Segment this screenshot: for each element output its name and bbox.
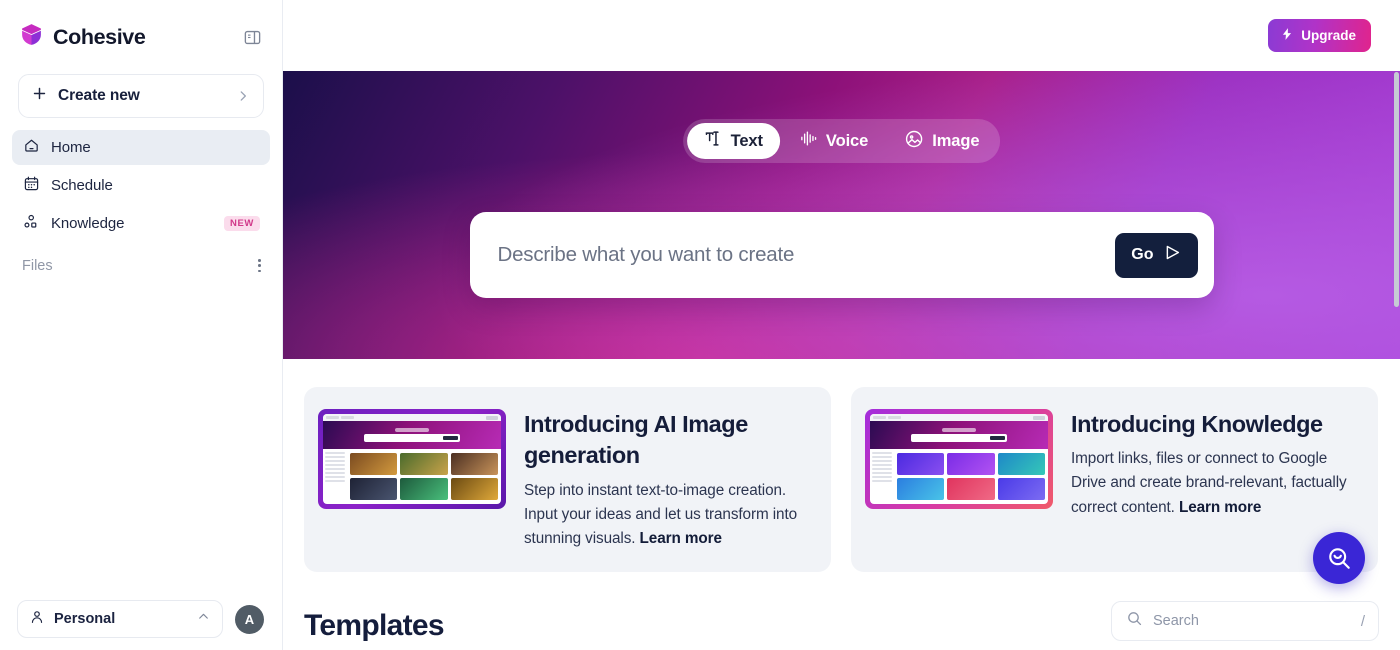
templates-section-header: Templates / xyxy=(283,572,1400,643)
main-content: Upgrade Text Voice Image Describe what y… xyxy=(283,0,1400,650)
promo-title: Introducing Knowledge xyxy=(1071,411,1323,437)
mode-tabs: Text Voice Image xyxy=(682,119,1001,163)
files-section-header[interactable]: Files xyxy=(0,244,282,276)
tab-voice[interactable]: Voice xyxy=(782,123,885,159)
app-root: Cohesive Create new Home Schedule Knowle… xyxy=(0,0,1400,650)
search-fab-button[interactable] xyxy=(1313,532,1365,584)
brand[interactable]: Cohesive xyxy=(19,22,146,52)
lightning-icon xyxy=(1280,27,1294,44)
search-input[interactable] xyxy=(1153,613,1351,629)
tab-label: Voice xyxy=(825,131,869,150)
sidebar-item-knowledge[interactable]: Knowledge NEW xyxy=(12,206,270,241)
sidebar-item-schedule[interactable]: Schedule xyxy=(12,168,270,203)
prompt-bar: Go xyxy=(469,212,1214,298)
sidebar-toggle-icon[interactable] xyxy=(240,26,264,48)
text-cursor-icon xyxy=(704,129,723,153)
promo-card-ai-image[interactable]: Introducing AI Image generation Step int… xyxy=(304,387,831,572)
sidebar-footer: Personal A xyxy=(0,588,282,650)
files-label: Files xyxy=(22,257,53,274)
sidebar-header: Cohesive xyxy=(0,0,282,74)
tab-label: Image xyxy=(932,131,980,150)
image-icon xyxy=(904,129,924,154)
chevron-right-icon xyxy=(236,89,250,103)
status-badge: NEW xyxy=(224,216,260,231)
upgrade-label: Upgrade xyxy=(1301,28,1356,43)
promo-text: Import links, files or connect to Google… xyxy=(1071,447,1361,519)
sidebar-nav: Home Schedule Knowledge NEW xyxy=(0,130,282,244)
cohesive-logo-icon xyxy=(19,22,44,52)
knowledge-icon xyxy=(23,213,40,235)
promo-cards: Introducing AI Image generation Step int… xyxy=(283,359,1400,572)
promo-thumbnail xyxy=(865,409,1053,509)
sidebar-item-label: Home xyxy=(51,139,91,156)
account-name: Personal xyxy=(54,611,116,627)
sidebar-item-label: Schedule xyxy=(51,177,113,194)
template-search: / xyxy=(1111,601,1379,641)
chevron-up-icon xyxy=(197,610,210,628)
waveform-icon xyxy=(799,129,818,153)
smile-search-icon xyxy=(1328,547,1350,569)
page-title: Templates xyxy=(304,609,445,642)
prompt-input[interactable] xyxy=(497,243,1116,267)
create-new-button[interactable]: Create new xyxy=(18,74,264,118)
plus-icon xyxy=(31,85,48,107)
search-icon xyxy=(1126,610,1143,632)
search-shortcut-hint: / xyxy=(1360,612,1365,630)
send-icon xyxy=(1163,243,1182,267)
avatar[interactable]: A xyxy=(235,604,264,634)
tab-image[interactable]: Image xyxy=(887,123,996,159)
go-button[interactable]: Go xyxy=(1115,232,1198,278)
promo-title: Introducing AI Image generation xyxy=(524,411,748,469)
learn-more-link[interactable]: Learn more xyxy=(1179,499,1261,516)
upgrade-button[interactable]: Upgrade xyxy=(1268,19,1371,52)
tab-text[interactable]: Text xyxy=(686,123,780,159)
topbar: Upgrade xyxy=(283,0,1400,71)
account-switcher[interactable]: Personal xyxy=(17,600,223,638)
person-icon xyxy=(29,609,45,630)
sidebar-item-label: Knowledge xyxy=(51,215,125,232)
create-new-label: Create new xyxy=(58,87,140,104)
promo-thumbnail xyxy=(318,409,506,509)
hero-banner: Text Voice Image Describe what you want … xyxy=(283,71,1400,359)
files-more-icon[interactable] xyxy=(254,255,265,276)
promo-card-knowledge[interactable]: Introducing Knowledge Import links, file… xyxy=(851,387,1378,572)
promo-text: Step into instant text-to-image creation… xyxy=(524,479,814,551)
vertical-scrollbar[interactable] xyxy=(1394,72,1399,307)
home-icon xyxy=(23,137,40,159)
learn-more-link[interactable]: Learn more xyxy=(640,530,722,547)
calendar-icon xyxy=(23,175,40,197)
brand-name: Cohesive xyxy=(53,24,146,49)
tab-label: Text xyxy=(730,131,763,150)
sidebar-item-home[interactable]: Home xyxy=(12,130,270,165)
go-label: Go xyxy=(1131,246,1154,263)
sidebar: Cohesive Create new Home Schedule Knowle… xyxy=(0,0,283,650)
